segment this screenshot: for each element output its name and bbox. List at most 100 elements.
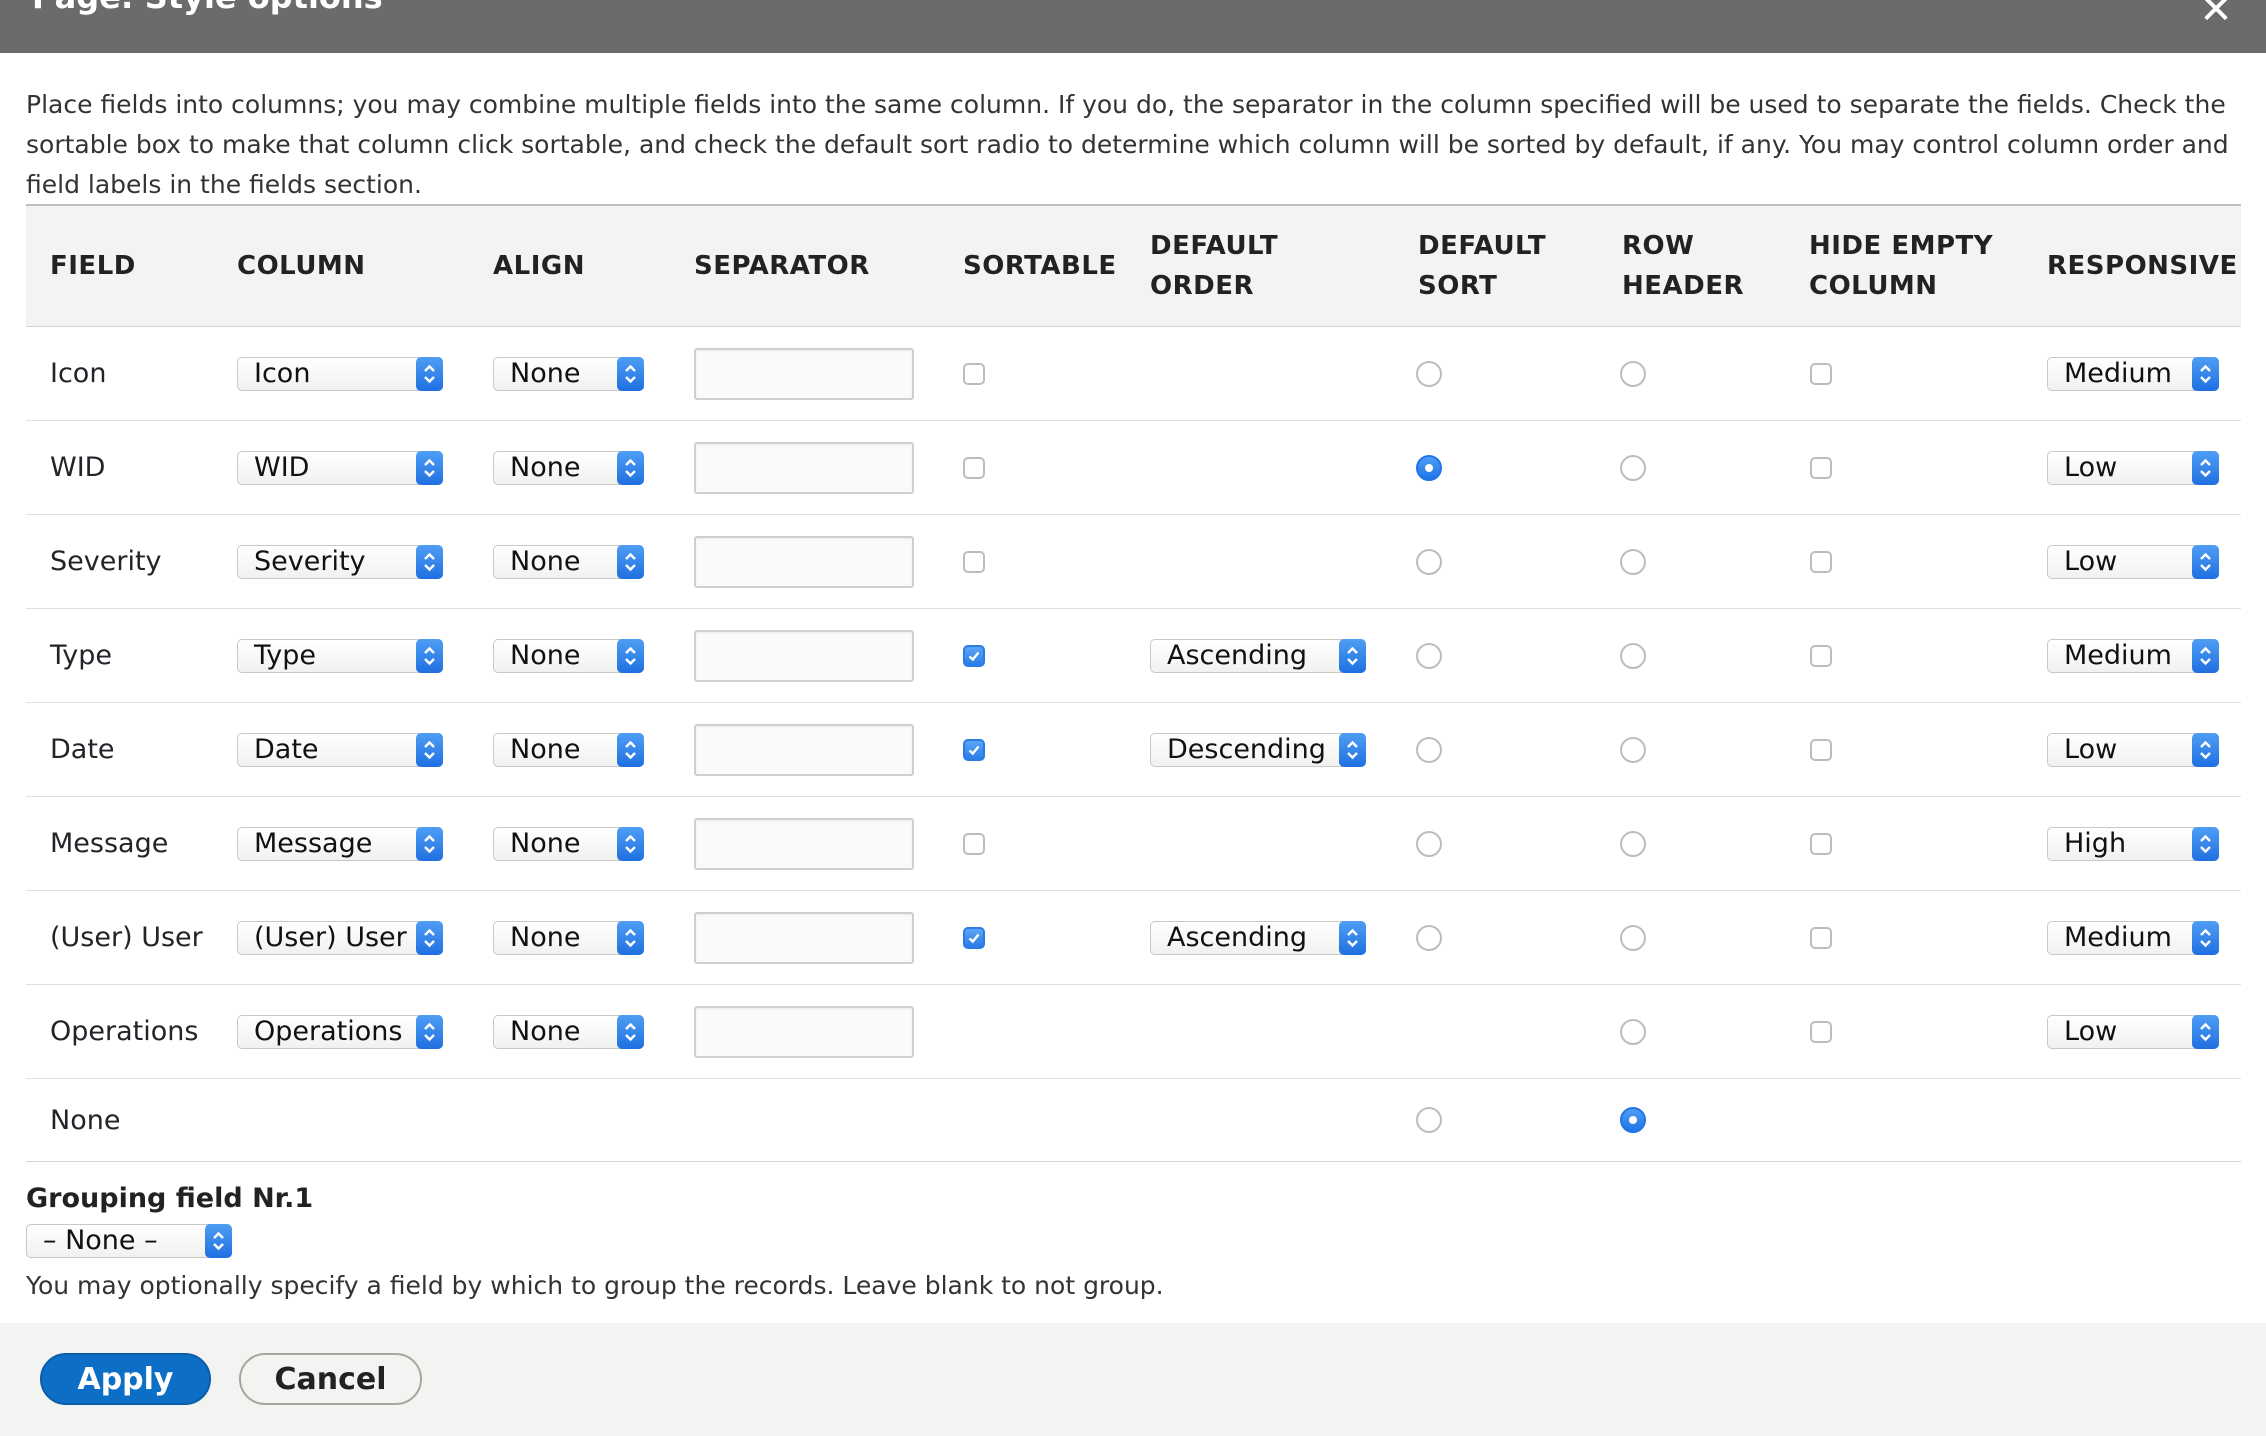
default-sort-radio[interactable]: [1416, 830, 1442, 857]
responsive-select[interactable]: Medium: [2047, 920, 2219, 955]
default-sort-radio[interactable]: [1416, 736, 1442, 763]
row-header-radio[interactable]: [1620, 642, 1646, 669]
field-name: Severity: [50, 546, 162, 577]
separator-input[interactable]: [694, 1005, 914, 1058]
row-header-radio[interactable]: [1620, 830, 1646, 857]
separator-input[interactable]: [694, 441, 914, 494]
sortable-checkbox[interactable]: [963, 644, 985, 667]
sortable-checkbox[interactable]: [963, 456, 985, 479]
table-row: Icon Icon None Medium: [26, 327, 2241, 421]
select-arrow-icon: [416, 356, 443, 391]
default-order-select-value: Ascending: [1167, 921, 1307, 953]
align-select[interactable]: None: [493, 732, 644, 767]
default-sort-radio[interactable]: [1416, 454, 1442, 481]
select-arrow-icon: [2192, 920, 2219, 955]
hide-empty-checkbox[interactable]: [1810, 926, 1832, 949]
separator-input[interactable]: [694, 629, 914, 682]
default-sort-radio[interactable]: [1416, 548, 1442, 575]
responsive-select[interactable]: Low: [2047, 732, 2219, 767]
align-select[interactable]: None: [493, 544, 644, 579]
align-select[interactable]: None: [493, 638, 644, 673]
default-order-select[interactable]: Ascending: [1150, 638, 1366, 673]
separator-input[interactable]: [694, 911, 914, 964]
align-select-cell: None: [493, 421, 644, 514]
sortable-checkbox[interactable]: [963, 926, 985, 949]
select-arrow-icon: [2192, 638, 2219, 673]
column-select[interactable]: Type: [237, 638, 443, 673]
responsive-select-value: Low: [2064, 545, 2118, 577]
separator-input[interactable]: [694, 347, 914, 400]
column-select[interactable]: Operations: [237, 1014, 443, 1049]
select-arrow-icon: [617, 732, 644, 767]
default-sort-radio[interactable]: [1416, 360, 1442, 387]
row-header-radio[interactable]: [1620, 736, 1646, 763]
responsive-select[interactable]: Low: [2047, 544, 2219, 579]
row-header-radio[interactable]: [1620, 924, 1646, 951]
table-row: Operations Operations None Low: [26, 985, 2241, 1079]
row-header-radio[interactable]: [1620, 1107, 1646, 1133]
select-arrow-icon: [416, 732, 443, 767]
column-select[interactable]: Date: [237, 732, 443, 767]
hide-empty-checkbox[interactable]: [1810, 1020, 1832, 1043]
sortable-cell: [963, 609, 985, 702]
responsive-select[interactable]: Low: [2047, 1014, 2219, 1049]
sortable-checkbox[interactable]: [963, 832, 985, 855]
sortable-cell: [963, 891, 985, 984]
header-field: FIELD: [50, 251, 136, 281]
hide-empty-checkbox[interactable]: [1810, 832, 1832, 855]
align-select[interactable]: None: [493, 450, 644, 485]
select-arrow-icon: [2192, 826, 2219, 861]
header-separator: SEPARATOR: [694, 251, 870, 281]
row-header-radio[interactable]: [1620, 454, 1646, 481]
column-select[interactable]: Message: [237, 826, 443, 861]
column-select[interactable]: (User) User: [237, 920, 443, 955]
responsive-select[interactable]: High: [2047, 826, 2219, 861]
cancel-button[interactable]: Cancel: [239, 1353, 422, 1405]
row-header-radio[interactable]: [1620, 360, 1646, 387]
column-select[interactable]: Icon: [237, 356, 443, 391]
default-sort-radio[interactable]: [1416, 924, 1442, 951]
separator-input[interactable]: [694, 535, 914, 588]
separator-input[interactable]: [694, 817, 914, 870]
column-select-cell: Severity: [237, 515, 443, 608]
sortable-checkbox[interactable]: [963, 362, 985, 385]
responsive-select[interactable]: Medium: [2047, 638, 2219, 673]
align-select[interactable]: None: [493, 356, 644, 391]
default-order-select[interactable]: Ascending: [1150, 920, 1366, 955]
align-select[interactable]: None: [493, 920, 644, 955]
header-default-order-line2: ORDER: [1150, 271, 1254, 301]
hide-empty-checkbox[interactable]: [1810, 738, 1832, 761]
separator-input[interactable]: [694, 723, 914, 776]
responsive-select[interactable]: Medium: [2047, 356, 2219, 391]
default-sort-radio[interactable]: [1416, 1107, 1442, 1133]
responsive-select-cell: High: [2047, 797, 2219, 890]
column-select[interactable]: WID: [237, 450, 443, 485]
hide-empty-checkbox[interactable]: [1810, 362, 1832, 385]
column-select-cell: Operations: [237, 985, 443, 1078]
header-align: ALIGN: [493, 251, 585, 281]
header-default-sort-line1: DEFAULT: [1418, 231, 1547, 261]
default-order-select[interactable]: Descending: [1150, 732, 1366, 767]
hide-empty-checkbox[interactable]: [1810, 550, 1832, 573]
hide-empty-checkbox[interactable]: [1810, 644, 1832, 667]
hide-empty-checkbox[interactable]: [1810, 456, 1832, 479]
header-default-order: DEFAULT ORDER: [1150, 206, 1278, 326]
default-sort-radio[interactable]: [1416, 642, 1442, 669]
grouping-select[interactable]: – None –: [26, 1224, 232, 1258]
sortable-checkbox[interactable]: [963, 550, 985, 573]
apply-button[interactable]: Apply: [40, 1353, 211, 1405]
column-select[interactable]: Severity: [237, 544, 443, 579]
select-arrow-icon: [2192, 732, 2219, 767]
responsive-select[interactable]: Low: [2047, 450, 2219, 485]
align-select[interactable]: None: [493, 826, 644, 861]
hide-empty-cell: [1810, 797, 1832, 890]
row-header-radio[interactable]: [1620, 548, 1646, 575]
field-name: Type: [50, 640, 113, 671]
row-header-radio[interactable]: [1620, 1018, 1646, 1045]
table-row: WID WID None Low: [26, 421, 2241, 515]
close-icon[interactable]: ✕: [2196, 0, 2236, 30]
sortable-checkbox[interactable]: [963, 738, 985, 761]
align-select-value: None: [510, 827, 581, 859]
align-select[interactable]: None: [493, 1014, 644, 1049]
column-select-value: Message: [254, 827, 373, 859]
